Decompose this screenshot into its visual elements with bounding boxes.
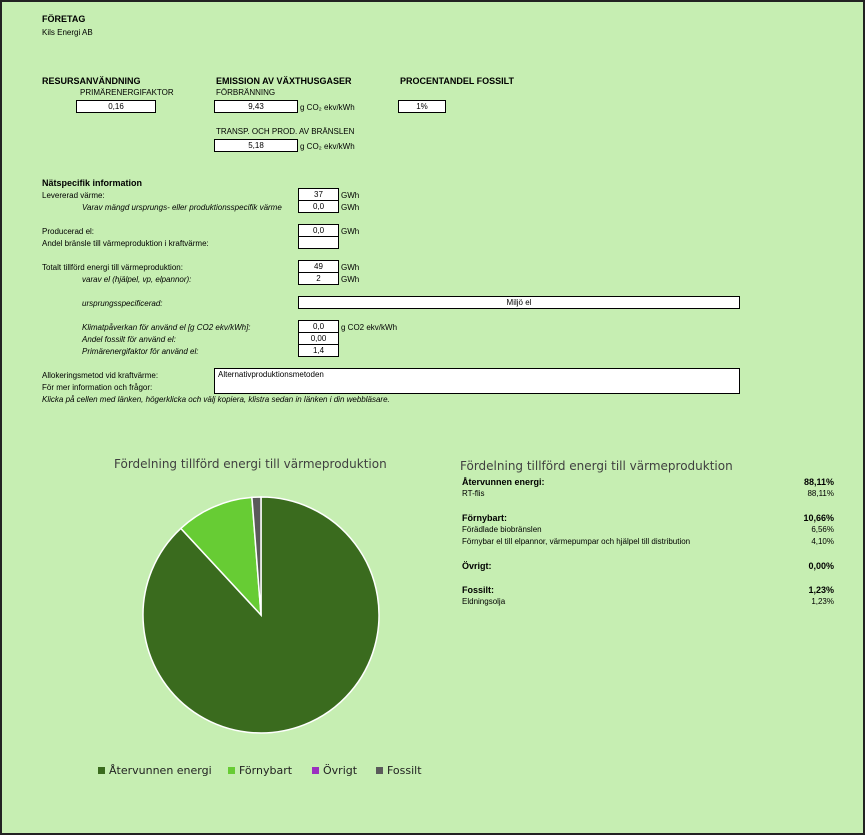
fossil-sum-value: 1,23%: [808, 585, 834, 595]
el-portion-unit: GWh: [341, 275, 360, 284]
el-portion-cell[interactable]: 2: [298, 272, 339, 285]
origin-specific-cell[interactable]: 0,0: [298, 200, 339, 213]
legend-swatch-recovered: [98, 767, 105, 774]
company-heading: FÖRETAG: [42, 14, 86, 24]
oil-value: 1,23%: [811, 597, 834, 606]
summary-row-recovered: Återvunnen energi: 88,11%: [462, 476, 834, 488]
renew-el-label: Förnybar el till elpannor, värmepumpar o…: [462, 537, 691, 546]
primary-factor-cell[interactable]: 0,16: [76, 100, 156, 113]
climate-label: Klimatpåverkan för använd el [g CO2 ekv/…: [82, 323, 251, 332]
legend-label-renewable: Förnybart: [239, 764, 293, 777]
summary-row-other: Övrigt: 0,00%: [462, 560, 834, 572]
total-energy-unit: GWh: [341, 263, 360, 272]
origin-specific-label: Varav mängd ursprungs- eller produktions…: [82, 203, 282, 212]
produced-el-unit: GWh: [341, 227, 360, 236]
fuel-share-label: Andel bränsle till värmeproduktion i kra…: [42, 239, 209, 248]
pie-chart: [142, 496, 380, 734]
more-info-label: För mer information och frågor:: [42, 383, 153, 392]
primary-el-label: Primärenergifaktor för använd el:: [82, 347, 199, 356]
legend-item-recovered: Återvunnen energi: [98, 765, 212, 777]
renew-el-value: 4,10%: [811, 537, 834, 546]
fossil-sum-label: Fossilt:: [462, 585, 495, 595]
legend-label-fossil: Fossilt: [387, 764, 422, 777]
primary-factor-label: PRIMÄRENERGIFAKTOR: [80, 88, 174, 97]
origin-specified-label: ursprungsspecificerad:: [82, 299, 163, 308]
summary-row-oil: Eldningsolja 1,23%: [462, 596, 834, 608]
renewable-label: Förnybart:: [462, 513, 507, 523]
recovered-value: 88,11%: [803, 477, 834, 487]
other-label: Övrigt:: [462, 561, 492, 571]
report-sheet: FÖRETAG Kils Energi AB RESURSANVÄNDNING …: [0, 0, 865, 835]
rtflis-label: RT-flis: [462, 489, 485, 498]
recovered-label: Återvunnen energi:: [462, 477, 545, 487]
legend-item-fossil: Fossilt: [376, 765, 422, 777]
total-energy-label: Totalt tillförd energi till värmeprodukt…: [42, 263, 183, 272]
origin-specified-cell[interactable]: Miljö el: [298, 296, 740, 309]
fuel-share-cell[interactable]: [298, 236, 339, 249]
fossil-heading: PROCENTANDEL FOSSILT: [400, 76, 515, 86]
biofuel-label: Förädlade biobränslen: [462, 525, 542, 534]
legend-label-other: Övrigt: [323, 764, 358, 777]
combustion-cell[interactable]: 9,43: [214, 100, 298, 113]
el-portion-label: varav el (hjälpel, vp, elpannor):: [82, 275, 192, 284]
legend-swatch-renewable: [228, 767, 235, 774]
resources-heading: RESURSANVÄNDNING: [42, 76, 141, 86]
legend-item-other: Övrigt: [312, 765, 357, 777]
emission-heading: EMISSION AV VÄXTHUSGASER: [216, 76, 352, 86]
transport-cell[interactable]: 5,18: [214, 139, 298, 152]
legend-swatch-other: [312, 767, 319, 774]
summary-row-fossil: Fossilt: 1,23%: [462, 584, 834, 596]
chart-title: Fördelning tillförd energi till värmepro…: [114, 457, 387, 471]
legend-swatch-fossil: [376, 767, 383, 774]
fossil-cell[interactable]: 1%: [398, 100, 446, 113]
combustion-label: FÖRBRÄNNING: [216, 88, 276, 97]
summary-row-renewable: Förnybart: 10,66%: [462, 512, 834, 524]
delivered-heat-label: Levererad värme:: [42, 191, 105, 200]
transport-unit: g CO₂ ekv/kWh: [300, 142, 355, 151]
summary-row-rtflis: RT-flis 88,11%: [462, 488, 834, 500]
summary-row-biofuel: Förädlade biobränslen 6,56%: [462, 524, 834, 536]
summary-title: Fördelning tillförd energi till värmepro…: [460, 459, 733, 473]
transport-label: TRANSP. OCH PROD. AV BRÄNSLEN: [216, 127, 355, 136]
rtflis-value: 88,11%: [807, 489, 834, 498]
legend-label-recovered: Återvunnen energi: [109, 764, 212, 777]
alloc-label: Allokeringsmetod vid kraftvärme:: [42, 371, 159, 380]
network-heading: Nätspecifik information: [42, 178, 143, 188]
click-note: Klicka på cellen med länken, högerklicka…: [42, 395, 390, 404]
produced-el-label: Producerad el:: [42, 227, 95, 236]
biofuel-value: 6,56%: [811, 525, 834, 534]
oil-label: Eldningsolja: [462, 597, 506, 606]
renewable-value: 10,66%: [803, 513, 834, 523]
other-value: 0,00%: [808, 561, 834, 571]
fossil-el-label: Andel fossilt för använd el:: [82, 335, 176, 344]
summary-row-renew-el: Förnybar el till elpannor, värmepumpar o…: [462, 536, 834, 548]
combustion-unit: g CO₂ ekv/kWh: [300, 103, 355, 112]
primary-el-cell[interactable]: 1,4: [298, 344, 339, 357]
company-name: Kils Energi AB: [42, 28, 93, 37]
origin-specific-unit: GWh: [341, 203, 360, 212]
legend-item-renewable: Förnybart: [228, 765, 292, 777]
alloc-method-cell[interactable]: Alternativproduktionsmetoden: [214, 368, 740, 394]
climate-unit: g CO2 ekv/kWh: [341, 323, 398, 332]
delivered-heat-unit: GWh: [341, 191, 360, 200]
